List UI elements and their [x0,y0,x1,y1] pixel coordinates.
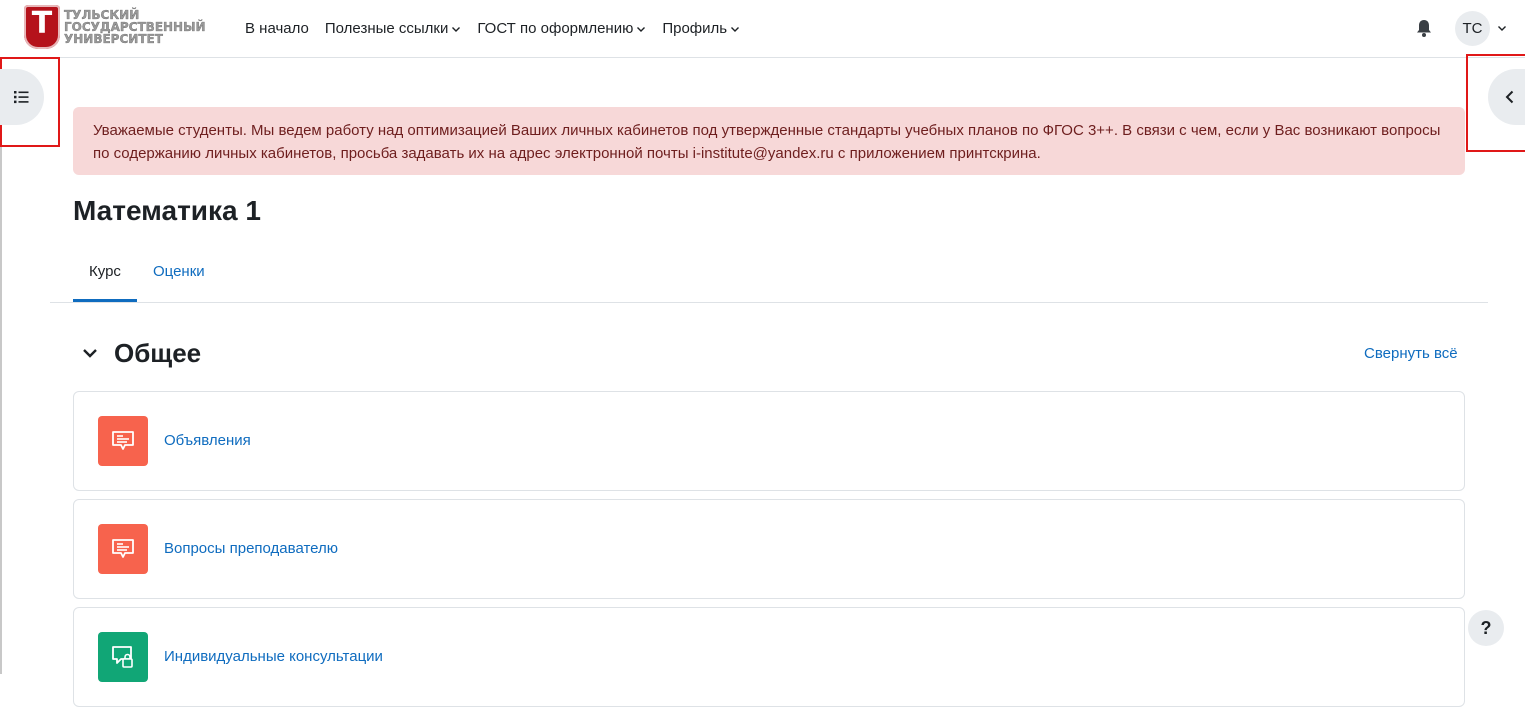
primary-navigation: В начало Полезные ссылки ГОСТ по оформле… [237,0,748,57]
logo-shield-icon: Т [24,5,60,49]
tab-course[interactable]: Курс [73,250,137,302]
chevron-down-icon[interactable] [80,343,100,363]
tab-grades[interactable]: Оценки [137,250,221,302]
block-drawer-toggle-highlight [1466,54,1525,152]
user-initials: ТС [1462,20,1483,37]
forum-icon [98,524,148,574]
activity-item: Индивидуальные консультации [73,607,1465,707]
open-course-index-button[interactable] [0,69,44,125]
chat-icon [98,632,148,682]
chevron-down-icon [637,26,646,32]
nav-item-gost[interactable]: ГОСТ по оформлению [469,20,654,37]
section-header: Общее [80,336,201,370]
open-block-drawer-button[interactable] [1488,69,1525,125]
alert-text: Уважаемые студенты. Мы ведем работу над … [93,122,1441,162]
logo-letter: Т [31,6,53,41]
section-title: Общее [114,337,202,368]
chevron-down-icon [731,26,740,32]
activity-item: Объявления [73,391,1465,491]
bell-icon[interactable] [1415,18,1433,38]
nav-item-label: Полезные ссылки [324,20,449,37]
nav-item-profile[interactable]: Профиль [654,20,748,37]
page-title: Математика 1 [73,195,261,226]
chevron-down-icon [452,26,461,32]
university-logo[interactable]: Т ТУЛЬСКИЙ ГОСУДАРСТВЕННЫЙ УНИВЕРСИТЕТ [24,2,208,52]
logo-text: ТУЛЬСКИЙ ГОСУДАРСТВЕННЫЙ УНИВЕРСИТЕТ [64,9,206,45]
announcement-alert: Уважаемые студенты. Мы ведем работу над … [73,107,1465,175]
activity-item: Вопросы преподавателю [73,499,1465,599]
help-label: ? [1480,617,1492,638]
nav-item-useful-links[interactable]: Полезные ссылки [317,20,470,37]
activity-link[interactable]: Объявления [164,432,251,449]
user-avatar[interactable]: ТС [1455,11,1490,46]
nav-item-home[interactable]: В начало [237,20,317,37]
chevron-left-icon [1505,90,1514,104]
chevron-down-icon[interactable] [1497,23,1507,33]
list-icon [14,91,29,104]
help-button[interactable]: ? [1468,610,1504,646]
top-navbar: Т ТУЛЬСКИЙ ГОСУДАРСТВЕННЫЙ УНИВЕРСИТЕТ В… [0,0,1525,58]
activity-link[interactable]: Индивидуальные консультации [164,648,383,665]
left-edge-divider [0,147,2,674]
forum-icon [98,416,148,466]
nav-item-label: Профиль [662,20,728,37]
logo-line: УНИВЕРСИТЕТ [64,32,163,46]
nav-item-label: ГОСТ по оформлению [477,20,634,37]
activity-link[interactable]: Вопросы преподавателю [164,540,338,557]
collapse-all-link[interactable]: Свернуть всё [1364,345,1458,362]
course-index-toggle-highlight [0,57,60,147]
course-tabs: Курс Оценки [50,250,1488,303]
nav-item-label: В начало [245,20,309,37]
